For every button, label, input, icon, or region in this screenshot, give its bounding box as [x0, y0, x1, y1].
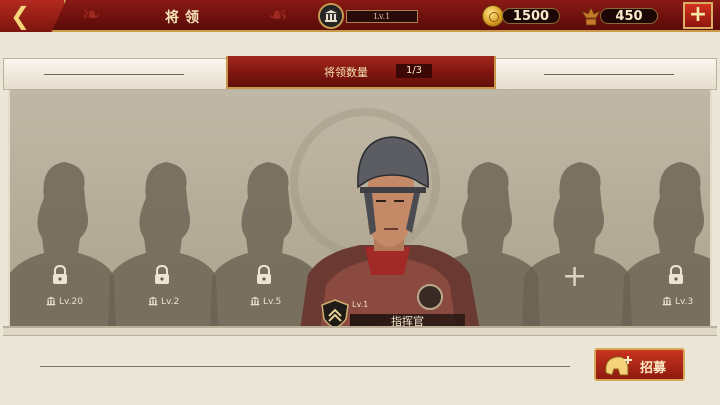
top-bar: ❮ ❧ 将领 ☙ Lv.1 1500 450 + — [0, 0, 720, 32]
unlock-level-text: Lv.20 — [59, 297, 83, 307]
general-slot-6[interactable]: Lv.3 — [622, 90, 710, 330]
unlock-level: Lv.2 — [148, 296, 179, 308]
unlock-level-text: Lv.2 — [161, 297, 180, 307]
add-general-icon: + — [562, 259, 588, 294]
divider — [44, 74, 184, 75]
lock-icon — [669, 265, 683, 284]
general-slot-2[interactable]: Lv.2 — [108, 90, 218, 330]
lock-icon — [257, 265, 271, 284]
lock-icon — [155, 265, 169, 284]
panel-bottom-frame — [3, 326, 717, 336]
laurel-right-icon: ☙ — [268, 3, 288, 28]
back-button[interactable]: ❮ — [0, 0, 66, 32]
general-slot-1[interactable]: Lv.20 — [10, 90, 116, 330]
unlock-level-text: Lv.3 — [675, 297, 694, 307]
temple-icon — [148, 296, 158, 306]
gold-coin-icon — [482, 5, 504, 27]
eagle-standard-icon — [580, 7, 602, 26]
unlock-level: Lv.20 — [46, 296, 83, 308]
level-progress-bar: Lv.1 — [346, 10, 418, 23]
general-count-value: 1/3 — [396, 64, 432, 78]
laurel-left-icon: ❧ — [82, 3, 101, 28]
temple-icon — [46, 296, 56, 306]
unlock-level: Lv.5 — [250, 296, 281, 308]
soldier-silhouette-icon — [522, 162, 632, 330]
recruit-button[interactable]: 招募 — [594, 348, 685, 381]
add-resource-button[interactable]: + — [683, 2, 713, 29]
general-slot-5[interactable]: + — [522, 90, 632, 330]
commander-portrait[interactable] — [280, 135, 495, 330]
general-count-banner: 将领数量 1/3 — [226, 56, 496, 89]
divider — [544, 74, 674, 75]
general-count-label: 将领数量 — [324, 66, 368, 79]
unlock-level-text: Lv.5 — [263, 297, 282, 307]
back-chevron-icon: ❮ — [10, 2, 31, 30]
unlock-level: Lv.3 — [662, 296, 693, 308]
rank-shield-icon — [321, 299, 349, 329]
gold-value: 1500 — [502, 8, 560, 24]
plus-icon: + — [688, 2, 708, 27]
page-title: 将领 — [165, 10, 205, 26]
temple-icon — [318, 3, 344, 29]
temple-icon — [250, 296, 260, 306]
commander-level: Lv.1 — [352, 300, 369, 309]
recruit-label: 招募 — [640, 361, 667, 376]
divider — [40, 366, 570, 367]
honor-value: 450 — [600, 8, 658, 24]
lock-icon — [53, 265, 67, 284]
temple-icon — [662, 296, 672, 306]
helmet-plus-icon — [605, 356, 632, 376]
